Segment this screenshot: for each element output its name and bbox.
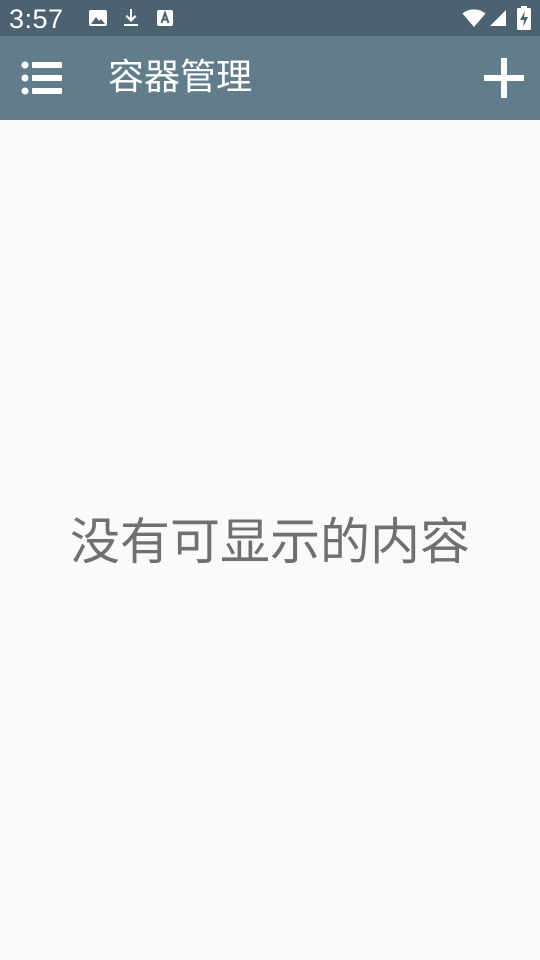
menu-button[interactable] xyxy=(10,48,74,108)
battery-charging-icon xyxy=(517,6,531,30)
app-bar: 容器管理 xyxy=(0,36,540,120)
list-menu-icon xyxy=(21,61,62,95)
download-icon xyxy=(124,9,138,26)
empty-state-message: 没有可显示的内容 xyxy=(70,513,470,571)
status-time: 3:57 xyxy=(9,4,64,34)
add-button[interactable] xyxy=(472,48,536,108)
status-bar: 3:57 xyxy=(0,0,540,36)
image-icon xyxy=(89,10,107,26)
wifi-icon xyxy=(462,9,486,27)
signal-icon xyxy=(490,10,506,26)
plus-icon xyxy=(484,58,524,98)
page-title: 容器管理 xyxy=(108,57,253,98)
font-icon xyxy=(157,9,173,26)
